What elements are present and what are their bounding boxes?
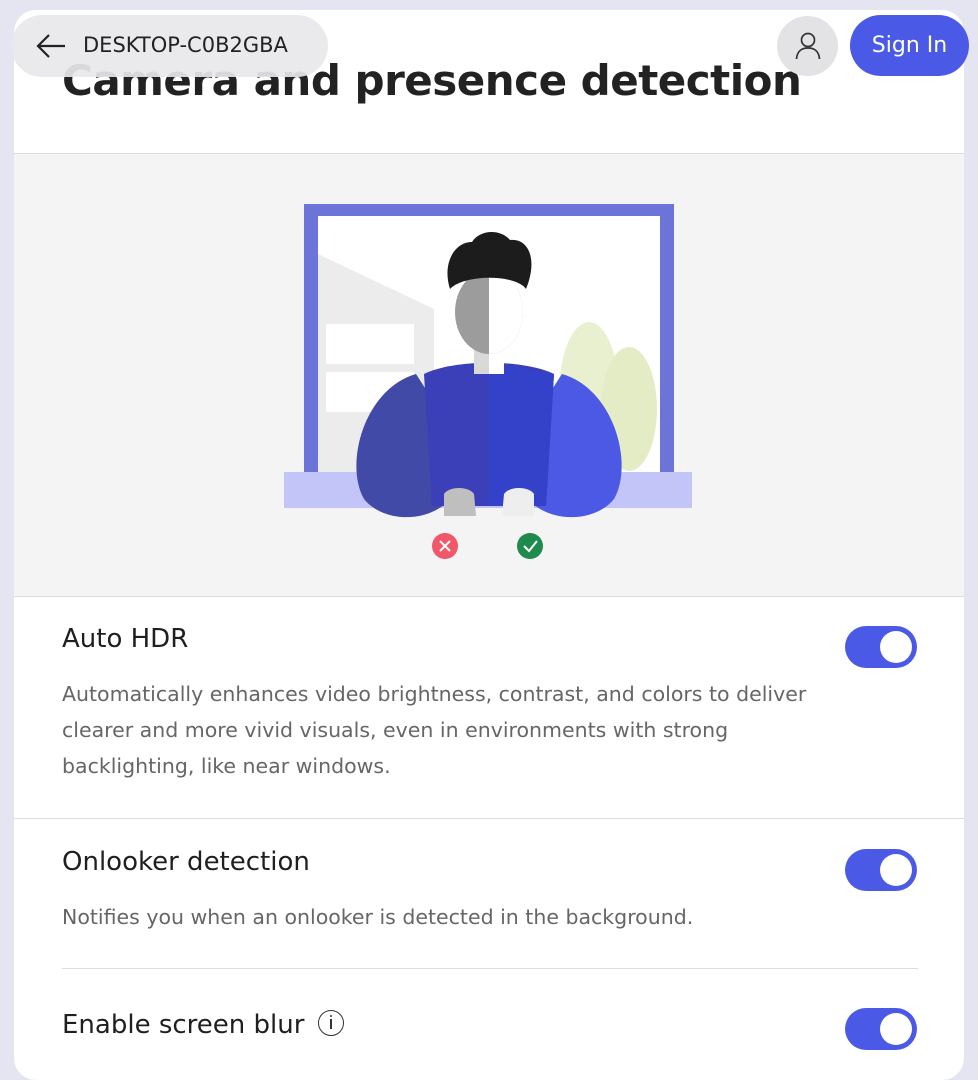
presence-illustration <box>284 204 692 559</box>
info-icon[interactable] <box>318 1009 345 1036</box>
toggle-knob <box>880 854 912 886</box>
sign-in-button[interactable]: Sign In <box>850 15 969 76</box>
illustration-panel <box>14 153 964 597</box>
settings-card: Camera and presence detection Auto HDR A… <box>14 10 964 1080</box>
person-icon <box>795 32 821 60</box>
divider <box>14 818 964 819</box>
screen-blur-toggle[interactable] <box>845 1008 917 1050</box>
toggle-knob <box>880 1013 912 1045</box>
setting-auto-hdr: Auto HDR Automatically enhances video br… <box>62 624 918 784</box>
account-button[interactable] <box>777 16 838 76</box>
setting-title-text: Enable screen blur <box>62 1010 305 1040</box>
toggle-knob <box>880 631 912 663</box>
setting-title: Enable screen blur <box>62 1009 918 1040</box>
setting-onlooker-detection: Onlooker detection Notifies you when an … <box>62 847 918 935</box>
divider <box>62 968 918 969</box>
setting-title: Auto HDR <box>62 624 189 654</box>
onlooker-detection-toggle[interactable] <box>845 849 917 891</box>
check-icon <box>517 533 543 559</box>
back-button[interactable]: DESKTOP-C0B2GBA <box>11 15 328 77</box>
setting-screen-blur: Enable screen blur <box>62 1009 918 1040</box>
setting-title: Onlooker detection <box>62 847 310 877</box>
auto-hdr-toggle[interactable] <box>845 626 917 668</box>
setting-description: Notifies you when an onlooker is detecte… <box>62 905 694 929</box>
setting-description: Automatically enhances video brightness,… <box>62 682 807 778</box>
arrow-left-icon <box>36 34 65 58</box>
device-name: DESKTOP-C0B2GBA <box>83 33 288 57</box>
